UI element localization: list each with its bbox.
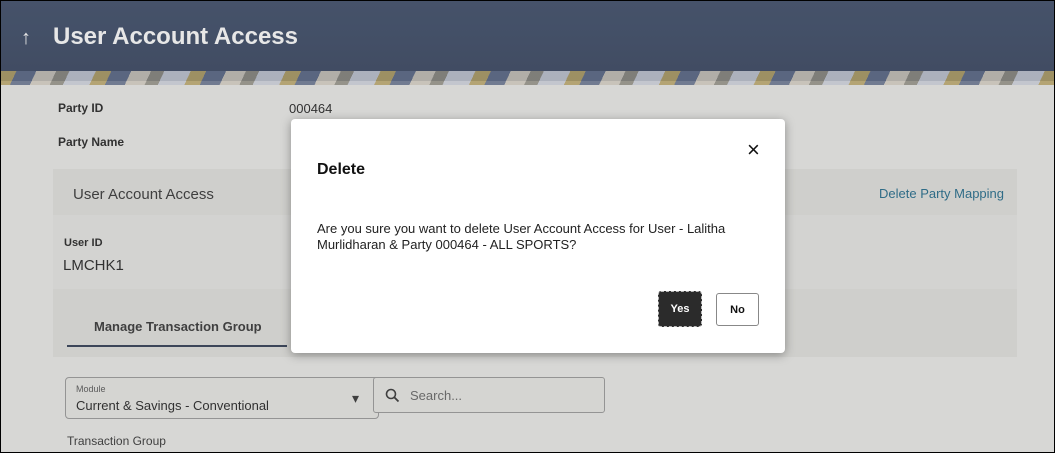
yes-button[interactable]: Yes [658,291,702,327]
no-button[interactable]: No [716,293,759,326]
dialog-title: Delete [317,161,366,178]
close-icon[interactable]: × [747,139,760,161]
dialog-message: Are you sure you want to delete User Acc… [317,221,726,252]
delete-confirmation-dialog: Delete × Are you sure you want to delete… [291,119,785,353]
app-window: ↑ User Account Access Party ID 000464 Pa… [0,0,1055,453]
